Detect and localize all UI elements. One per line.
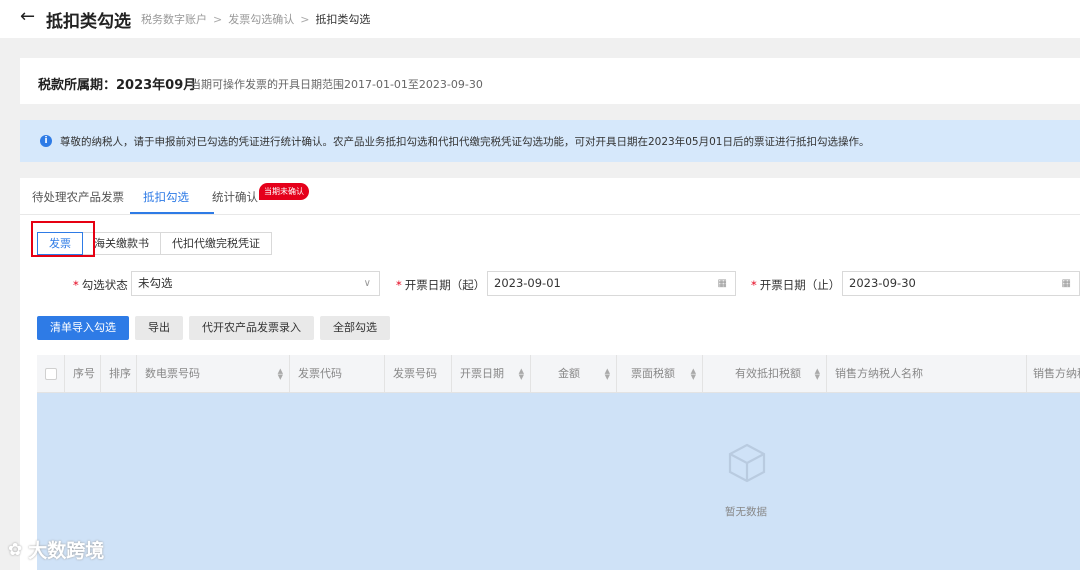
breadcrumb-item[interactable]: 税务数字账户 — [141, 11, 207, 27]
col-face-tax[interactable]: 票面税额 ▲ ▼ — [617, 355, 703, 393]
select-all-checkbox[interactable] — [45, 368, 57, 380]
notice-banner: i 尊敬的纳税人，请于申报前对已勾选的凭证进行统计确认。农产品业务抵扣勾选和代扣… — [20, 120, 1080, 162]
end-date-label: * 开票日期（止） — [751, 278, 841, 292]
col-seller-taxpayer: 销售方纳税 — [1033, 367, 1080, 380]
tax-period-label: 税款所属期：2023年09月 — [38, 78, 197, 93]
col-seller-name: 销售方纳税人名称 — [827, 355, 1027, 393]
document-type-switch: 发票 海关缴款书 代扣代缴完税凭证 — [37, 232, 272, 255]
end-date-input[interactable]: 2023-09-30 ▦ — [842, 271, 1080, 296]
subtab-invoice[interactable]: 发票 — [37, 232, 83, 255]
tab-statistics-confirm[interactable]: 统计确认 — [212, 189, 258, 205]
col-effective-deduction-tax[interactable]: 有效抵扣税额 ▲ ▼ — [703, 355, 827, 393]
col-amount[interactable]: 金额 ▲ ▼ — [531, 355, 617, 393]
watermark-text: 大数跨境 — [28, 540, 105, 562]
empty-box-icon — [728, 443, 766, 483]
breadcrumb: 税务数字账户 > 发票勾选确认 > 抵扣类勾选 — [141, 11, 370, 27]
unconfirmed-badge: 当期未确认 — [259, 183, 309, 200]
watermark: ✿ 大数跨境 — [8, 536, 104, 563]
sort-icon[interactable]: ▲ ▼ — [278, 368, 283, 381]
status-label: * 勾选状态 — [73, 278, 128, 292]
start-date-label: * 开票日期（起） — [396, 278, 486, 292]
invoice-table: 序号 排序 数电票号码 ▲ ▼ 发票代码 发票号码 开票日期 ▲ ▼ 金额 ▲ ▼ 票面税额… — [37, 355, 1080, 570]
empty-text: 暂无数据 — [725, 506, 767, 518]
back-arrow-icon[interactable]: ← — [20, 6, 35, 27]
table-body: 暂无数据 — [37, 393, 1080, 570]
subtab-withholding-certificate[interactable]: 代扣代缴完税凭证 — [160, 232, 272, 255]
tax-period-card: 税款所属期：2023年09月 当期可操作发票的开具日期范围2017-01-01至… — [20, 58, 1080, 104]
table-header: 序号 排序 数电票号码 ▲ ▼ 发票代码 发票号码 开票日期 ▲ ▼ 金额 ▲ ▼ 票面税额… — [37, 355, 1080, 393]
start-date-input[interactable]: 2023-09-01 ▦ — [487, 271, 736, 296]
sort-icon[interactable]: ▲ ▼ — [815, 368, 820, 381]
chevron-right-icon: > — [300, 12, 310, 26]
import-list-button[interactable]: 清单导入勾选 — [37, 316, 129, 340]
col-invoice-code: 发票代码 — [290, 355, 385, 393]
header-checkbox-cell — [37, 355, 65, 393]
col-index: 序号 — [65, 355, 101, 393]
page-title: 抵扣类勾选 — [46, 12, 131, 32]
export-button[interactable]: 导出 — [135, 316, 183, 340]
tax-period-range: 当期可操作发票的开具日期范围2017-01-01至2023-09-30 — [190, 78, 483, 91]
top-bar: ← 抵扣类勾选 税务数字账户 > 发票勾选确认 > 抵扣类勾选 — [0, 0, 1080, 38]
filter-row: * 勾选状态 未勾选 ∨ * 开票日期（起） 2023-09-01 ▦ * 开票日期（… — [20, 271, 1080, 297]
start-date-value: 2023-09-01 — [494, 276, 561, 290]
tab-deduction-selection[interactable]: 抵扣勾选 — [143, 189, 189, 205]
agri-invoice-entry-button[interactable]: 代开农产品发票录入 — [189, 316, 314, 340]
notice-text: 尊敬的纳税人，请于申报前对已勾选的凭证进行统计确认。农产品业务抵扣勾选和代扣代缴… — [60, 136, 870, 148]
tab-bar: 待处理农产品发票 抵扣勾选 统计确认 当期未确认 — [20, 178, 1080, 215]
calendar-icon: ▦ — [717, 278, 727, 289]
status-select[interactable]: 未勾选 ∨ — [131, 271, 380, 296]
col-digital-invoice-number[interactable]: 数电票号码 ▲ ▼ — [137, 355, 290, 393]
col-invoice-date[interactable]: 开票日期 ▲ ▼ — [452, 355, 531, 393]
watermark-logo-icon: ✿ — [8, 539, 23, 560]
chevron-down-icon: ∨ — [363, 278, 371, 289]
action-bar: 清单导入勾选 导出 代开农产品发票录入 全部勾选 — [37, 316, 396, 340]
breadcrumb-current: 抵扣类勾选 — [315, 13, 371, 26]
calendar-icon: ▦ — [1061, 278, 1071, 289]
main-card: 待处理农产品发票 抵扣勾选 统计确认 当期未确认 发票 海关缴款书 代扣代缴完税… — [20, 178, 1080, 570]
col-invoice-number: 发票号码 — [385, 355, 452, 393]
chevron-right-icon: > — [213, 12, 223, 26]
sort-icon[interactable]: ▲ ▼ — [605, 368, 610, 381]
select-all-button[interactable]: 全部勾选 — [320, 316, 390, 340]
breadcrumb-item[interactable]: 发票勾选确认 — [228, 11, 294, 27]
col-order: 排序 — [101, 355, 137, 393]
active-tab-indicator — [130, 212, 214, 214]
end-date-value: 2023-09-30 — [849, 276, 916, 290]
tab-pending-agri-invoices[interactable]: 待处理农产品发票 — [32, 189, 124, 205]
sort-icon[interactable]: ▲ ▼ — [691, 368, 696, 381]
info-icon: i — [40, 135, 52, 147]
sort-icon[interactable]: ▲ ▼ — [519, 368, 524, 381]
status-value: 未勾选 — [138, 276, 173, 290]
